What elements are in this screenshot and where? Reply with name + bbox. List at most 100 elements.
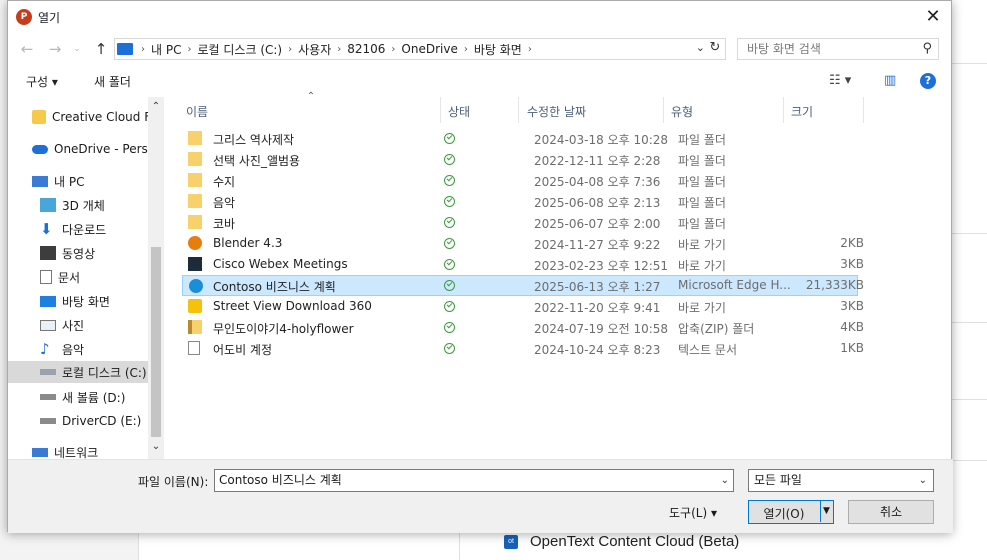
sidebar-item-label: 사진	[62, 318, 85, 333]
help-icon[interactable]: ?	[920, 73, 936, 89]
close-icon[interactable]: ✕	[921, 5, 945, 29]
column-modified[interactable]: 수정한 날짜	[527, 103, 586, 120]
file-name: 그리스 역사제작	[213, 133, 295, 147]
pc-icon	[117, 43, 133, 55]
sidebar-item-label: 문서	[58, 270, 81, 285]
sidebar-item-videos[interactable]: 동영상	[8, 242, 148, 264]
search-input[interactable]: 바탕 화면 검색 ⚲	[737, 38, 939, 60]
file-date: 2025-06-08 오후 2:13	[534, 196, 661, 210]
column-divider[interactable]	[440, 97, 441, 123]
file-row[interactable]: 선택 사진_앨범용 2022-12-11 오후 2:28 파일 폴더	[182, 149, 858, 170]
sidebar-item-drivercd-e[interactable]: DriverCD (E:)	[8, 410, 148, 432]
column-status[interactable]: 상태	[448, 103, 470, 120]
filename-input[interactable]: Contoso 비즈니스 계획 ⌄	[214, 469, 734, 492]
file-row[interactable]: Cisco Webex Meetings 2023-02-23 오후 12:51…	[182, 254, 864, 275]
file-row[interactable]: 무인도이야기4-holyflower 2024-07-19 오전 10:58 압…	[182, 317, 864, 338]
file-type: 파일 폴더	[678, 196, 726, 210]
open-button-label: 열기(O)	[763, 507, 805, 521]
text-file-icon	[188, 341, 200, 355]
view-options-icon[interactable]: ☷ ▾	[829, 73, 851, 88]
cancel-button[interactable]: 취소	[848, 500, 934, 524]
file-type: 바로 가기	[678, 259, 726, 273]
sidebar-item-label: 동영상	[62, 246, 96, 261]
dialog-footer: 파일 이름(N): Contoso 비즈니스 계획 ⌄ 모든 파일 ⌄ 도구(L…	[8, 459, 953, 533]
scrollbar-thumb[interactable]	[151, 247, 161, 437]
filetype-value: 모든 파일	[754, 473, 802, 487]
sidebar-item-music[interactable]: ♪ 음악	[8, 338, 148, 360]
folder-icon	[188, 173, 202, 187]
file-type: 파일 폴더	[678, 217, 726, 231]
file-row[interactable]: 그리스 역사제작 2024-03-18 오후 10:28 파일 폴더	[182, 128, 858, 149]
breadcrumb-pc[interactable]: 내 PC	[151, 41, 181, 58]
scroll-up-icon[interactable]: ⌃	[148, 101, 164, 112]
sync-ok-icon	[444, 154, 455, 165]
breadcrumb-users[interactable]: 사용자	[298, 41, 331, 58]
recent-dropdown-icon[interactable]: ⌄	[68, 39, 86, 59]
sidebar-item-local-disk-c[interactable]: 로컬 디스크 (C:)	[8, 361, 148, 383]
sidebar-item-downloads[interactable]: ⬇ 다운로드	[8, 218, 148, 240]
file-row[interactable]: 음악 2025-06-08 오후 2:13 파일 폴더	[182, 191, 858, 212]
chevron-right-icon: ›	[337, 43, 342, 55]
sync-ok-icon	[444, 301, 455, 312]
address-dropdown-icon[interactable]: ⌄	[696, 41, 705, 54]
column-divider[interactable]	[663, 97, 664, 123]
column-name[interactable]: 이름	[186, 103, 208, 120]
file-row[interactable]: 어도비 계정 2024-10-24 오후 8:23 텍스트 문서 1KB	[182, 338, 864, 359]
network-icon	[32, 447, 48, 457]
sidebar-scrollbar[interactable]: ⌃ ⌄	[148, 97, 164, 459]
chevron-right-icon: ›	[391, 43, 396, 55]
onedrive-icon	[32, 144, 48, 154]
background-divider	[952, 233, 987, 234]
column-divider[interactable]	[518, 97, 519, 123]
scroll-down-icon[interactable]: ⌄	[148, 441, 164, 452]
preview-pane-icon[interactable]: ▥	[884, 73, 896, 88]
file-date: 2024-10-24 오후 8:23	[534, 343, 661, 357]
new-folder-button[interactable]: 새 폴더	[94, 73, 131, 90]
up-arrow-icon[interactable]: ↑	[92, 39, 110, 59]
chevron-down-icon[interactable]: ⌄	[721, 470, 729, 491]
file-row[interactable]: 코바 2025-06-07 오후 2:00 파일 폴더	[182, 212, 858, 233]
sidebar-item-label: 로컬 디스크 (C:)	[62, 365, 147, 380]
open-options-dropdown-icon[interactable]: ▼	[820, 501, 832, 522]
filetype-select[interactable]: 모든 파일 ⌄	[748, 469, 934, 492]
breadcrumb-user[interactable]: 82106	[347, 42, 385, 56]
background-divider	[952, 399, 987, 400]
sync-ok-icon	[444, 196, 455, 207]
sidebar-item-volume-d[interactable]: 새 볼륨 (D:)	[8, 386, 148, 408]
file-row[interactable]: Street View Download 360 2022-11-20 오후 9…	[182, 296, 864, 317]
file-row-selected[interactable]: Contoso 비즈니스 계획 2025-06-13 오후 1:27 Micro…	[182, 275, 864, 296]
sidebar-item-3d-objects[interactable]: 3D 개체	[8, 194, 148, 216]
edge-icon	[189, 279, 203, 293]
column-divider[interactable]	[863, 97, 864, 123]
file-row[interactable]: 수지 2025-04-08 오후 7:36 파일 폴더	[182, 170, 858, 191]
sidebar-item-pictures[interactable]: 사진	[8, 314, 148, 336]
breadcrumb-onedrive[interactable]: OneDrive	[401, 42, 457, 56]
folder-icon	[188, 152, 202, 166]
sidebar-item-network[interactable]: 네트워크	[8, 441, 148, 459]
background-list-item[interactable]: ot OpenText Content Cloud (Beta)	[504, 533, 739, 550]
sidebar-item-onedrive[interactable]: OneDrive - Persor	[8, 138, 148, 160]
column-type[interactable]: 유형	[671, 103, 693, 120]
sidebar-item-creative-cloud[interactable]: Creative Cloud Fil	[8, 106, 148, 128]
address-bar[interactable]: › 내 PC › 로컬 디스크 (C:) › 사용자 › 82106 › One…	[114, 38, 726, 60]
chevron-down-icon: ⌄	[918, 475, 927, 486]
file-row[interactable]: Blender 4.3 2024-11-27 오후 9:22 바로 가기 2KB	[182, 233, 864, 254]
tools-menu-button[interactable]: 도구(L) ▾	[669, 504, 717, 521]
file-name: Blender 4.3	[213, 236, 283, 250]
browser-body: Creative Cloud Fil OneDrive - Persor 내 P…	[8, 91, 953, 459]
open-button[interactable]: 열기(O) ▼	[748, 500, 834, 524]
back-arrow-icon[interactable]: ←	[18, 39, 36, 59]
drive-icon	[40, 369, 56, 375]
breadcrumb-local-disk[interactable]: 로컬 디스크 (C:)	[197, 41, 282, 58]
refresh-icon[interactable]: ↻	[707, 40, 723, 55]
column-size[interactable]: 크기	[791, 103, 813, 120]
sidebar-item-desktop[interactable]: 바탕 화면	[8, 290, 148, 312]
breadcrumb-desktop[interactable]: 바탕 화면	[474, 41, 522, 58]
column-divider[interactable]	[783, 97, 784, 123]
organize-button[interactable]: 구성 ▾	[26, 73, 58, 90]
sidebar-item-documents[interactable]: 문서	[8, 266, 148, 288]
forward-arrow-icon[interactable]: →	[46, 39, 64, 59]
sidebar-item-this-pc[interactable]: 내 PC	[8, 170, 148, 192]
sidebar-item-label: 음악	[62, 342, 85, 357]
file-type: 바로 가기	[678, 301, 726, 315]
